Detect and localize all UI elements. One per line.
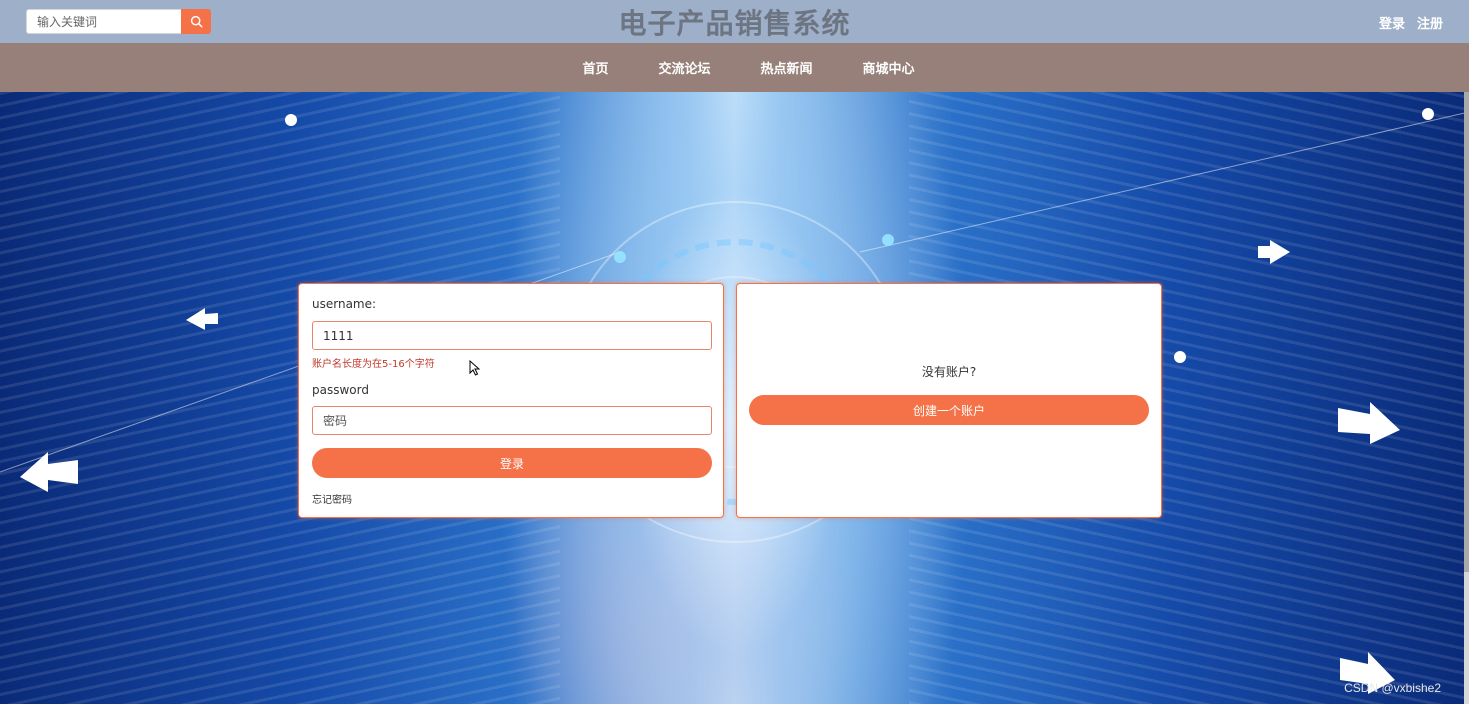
nav-item-news[interactable]: 热点新闻 xyxy=(761,58,813,77)
username-error-message: 账户名长度为在5-16个字符 xyxy=(312,359,435,370)
nav-item-forum[interactable]: 交流论坛 xyxy=(658,58,710,77)
create-account-button[interactable]: 创建一个账户 xyxy=(749,395,1149,425)
nav-item-shop[interactable]: 商城中心 xyxy=(863,58,915,77)
watermark: CSDN @vxbishe2 xyxy=(1344,681,1441,695)
username-label: username: xyxy=(312,297,377,311)
hero-background xyxy=(0,92,1469,704)
main-nav: 首页 交流论坛 热点新闻 商城中心 xyxy=(0,43,1469,92)
page-scrollbar[interactable] xyxy=(1464,92,1469,704)
login-form: username: 账户名长度为在5-16个字符 password 登录 忘记密… xyxy=(298,283,724,518)
site-title: 电子产品销售系统 xyxy=(618,7,851,40)
register-link[interactable]: 注册 xyxy=(1417,13,1443,32)
scrollbar-thumb[interactable] xyxy=(1464,92,1469,572)
username-input[interactable] xyxy=(312,321,712,350)
signup-panel: 没有账户? 创建一个账户 xyxy=(736,283,1162,518)
login-button[interactable]: 登录 xyxy=(312,448,712,478)
background-decoration xyxy=(0,108,1469,694)
forgot-password-link[interactable]: 忘记密码 xyxy=(312,491,352,506)
top-header: 电子产品销售系统 登录 注册 xyxy=(0,0,1469,43)
nav-item-home[interactable]: 首页 xyxy=(582,58,608,77)
password-label: password xyxy=(312,383,369,397)
login-link[interactable]: 登录 xyxy=(1379,13,1405,32)
mouse-cursor-icon xyxy=(469,360,480,376)
no-account-prompt: 没有账户? xyxy=(921,365,977,379)
auth-links: 登录 注册 xyxy=(1379,13,1443,32)
password-input[interactable] xyxy=(312,406,712,435)
